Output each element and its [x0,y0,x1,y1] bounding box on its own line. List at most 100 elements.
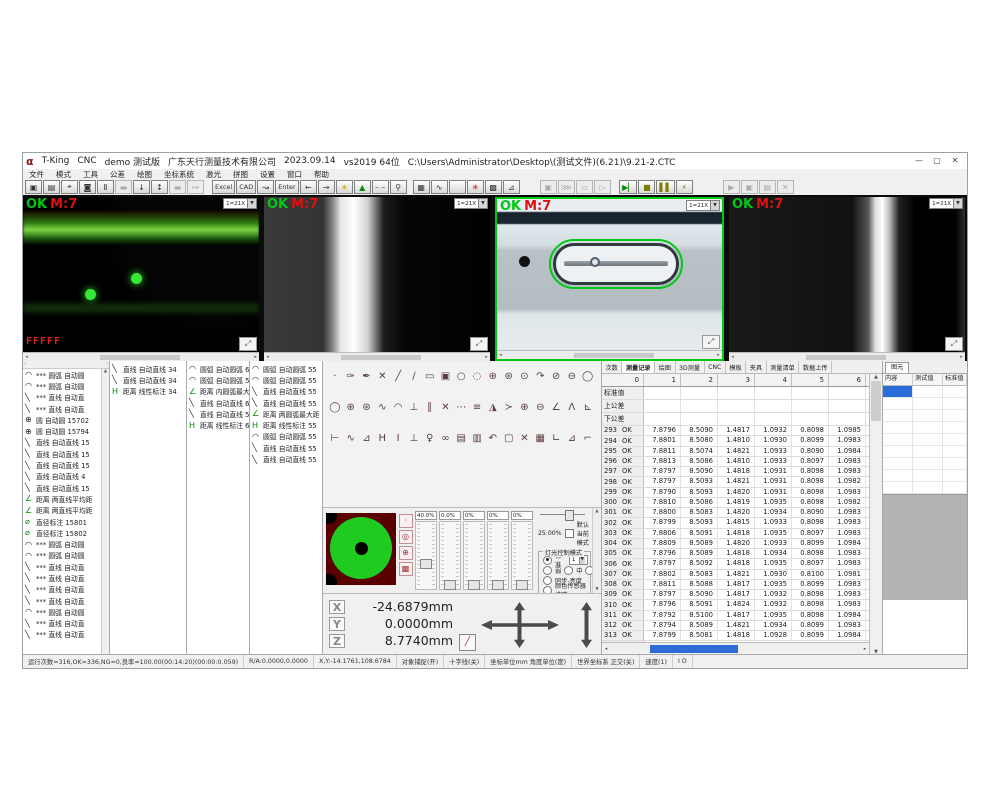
camera-3-image[interactable] [497,199,722,351]
list-item[interactable]: ╲*** 直线 自动直 [23,584,101,595]
jog-z-arrows[interactable] [581,602,592,648]
close-button[interactable]: ✕ [946,154,964,168]
arrow-right-button[interactable]: → [318,180,335,194]
list-item[interactable]: ╲*** 直线 自动直 [23,618,101,629]
tool-icon-r2-7[interactable]: ∥ [422,400,438,415]
table-row[interactable]: 298OK7.87978.50931.48211.09310.80981.098… [602,477,869,487]
probe-down-button[interactable]: ↓ [133,180,150,194]
tool-icon-r3-16[interactable]: ⊿ [564,431,580,446]
tool-icon-r2-11[interactable]: ◮ [485,400,501,415]
list-item[interactable]: ╲直线 自动直线 34 [110,374,186,385]
list-item[interactable]: ⌀直径标注 15801 [23,516,101,527]
tool-icon-r2-2[interactable]: ⊕ [343,400,359,415]
menu-item-3[interactable]: 工具 [77,169,104,180]
list-item[interactable]: ╲直线 自动直线 15 [23,437,101,448]
vscroll-thumb[interactable] [871,381,881,421]
element-cell[interactable] [883,422,913,433]
list-item[interactable]: ∠距离 内圆弧最大距 [187,386,249,397]
tool-icon-r2-15[interactable]: ∠ [548,400,564,415]
play-far-button[interactable]: ▶ [723,180,740,194]
multi-step-button[interactable]: ⋙ [558,180,575,194]
list-item[interactable]: ╲*** 直线 自动直 [23,403,101,414]
standard-mode-radio[interactable] [543,556,552,565]
list-item[interactable]: ╲直线 自动直线 55 [187,408,249,419]
chart-button[interactable]: ⊿ [503,180,520,194]
stop-button[interactable]: ■ [638,180,655,194]
ring-light-preview[interactable] [326,513,396,585]
blank-button[interactable] [449,180,466,194]
tool-icon-r1-5[interactable]: ╱ [390,369,406,384]
list-item[interactable]: ╲直线 自动直线 15 [23,482,101,493]
camera-3-hscrollbar[interactable]: ◂▸ [497,350,722,359]
table-row-special[interactable]: 标准值 [602,387,869,400]
laser-star-button[interactable]: ✳ [467,180,484,194]
results-vscrollbar[interactable]: ▲▼ [869,374,882,655]
list-item[interactable]: ╲*** 直线 自动直 [23,629,101,640]
table-row[interactable]: 296OK7.88138.50861.48101.09330.80971.098… [602,457,869,467]
tool-icon-r3-6[interactable]: ⊥ [406,431,422,446]
tool-icon-r2-1[interactable]: ◯ [327,400,343,415]
light-slider-thumb[interactable] [492,580,504,590]
light-bulb-button[interactable]: ☀ [336,180,353,194]
element-cell[interactable] [883,458,913,469]
open-far-button[interactable]: ▤ [759,180,776,194]
light-slider-thumb[interactable] [468,580,480,590]
element-row[interactable] [883,386,967,398]
chevron-down-icon[interactable]: ▼ [953,199,962,208]
light-slider-track[interactable] [439,521,461,590]
table-row[interactable]: 295OK7.88118.50741.48211.09330.80901.098… [602,447,869,457]
default-mode-checkbox[interactable] [565,529,574,538]
tool-icon-r2-9[interactable]: ⋯ [453,400,469,415]
camera-4-image[interactable] [729,197,965,353]
element-row[interactable] [883,434,967,446]
table-row[interactable]: 305OK7.87968.50891.48181.09340.80981.098… [602,549,869,559]
list-item[interactable]: ╲直线 自动直线 66 [187,397,249,408]
tab-8[interactable]: 测量清单 [767,361,800,373]
camera-1-hscrollbar[interactable]: ◂▸ [23,352,259,361]
camera-4-hscrollbar[interactable]: ◂▸ [729,352,965,361]
list-item[interactable]: ◠圆弧 自动圆弧 55 [250,363,322,374]
menu-item-4[interactable]: 公差 [104,169,131,180]
block-button[interactable]: ▬ [115,180,132,194]
chevron-down-icon[interactable]: ▼ [478,199,487,208]
camera-view-3-active[interactable]: OKM:7 1=21X▼ ⤢ ◂▸ [495,197,724,361]
tool-icon-r1-12[interactable]: ⊛ [501,369,517,384]
tool-icon-r1-4[interactable]: ✕ [374,369,390,384]
tool-icon-r3-10[interactable]: ▥ [469,431,485,446]
light-slider-track[interactable] [511,521,533,590]
tool-icon-r2-4[interactable]: ∿ [374,400,390,415]
jog-diagonal-button[interactable]: ╱ [459,634,476,651]
tab-7[interactable]: 夹具 [746,361,766,373]
element-row[interactable] [883,482,967,494]
tool-icon-r3-8[interactable]: ∞ [438,431,454,446]
element-row[interactable] [883,422,967,434]
tool-icon-r2-12[interactable]: ≻ [501,400,517,415]
table-row[interactable]: 304OK7.88098.50891.48201.09330.80991.098… [602,539,869,549]
runner-button[interactable]: ⚡ [676,180,693,194]
list-item[interactable]: H距离 线性标注 34 [110,386,186,397]
table-row-special[interactable]: 上公差 [602,400,869,413]
updown-button[interactable]: ↕ [151,180,168,194]
menu-item-9[interactable]: 设置 [254,169,281,180]
tool-icon-r1-17[interactable]: ◯ [580,369,596,384]
list-item[interactable]: ╲直线 自动直线 15 [23,459,101,470]
light-slider-thumb[interactable] [420,559,432,569]
magnifier-button[interactable]: ⚲ [390,180,407,194]
tool-icon-r2-6[interactable]: ⊥ [406,400,422,415]
light-slider-thumb[interactable] [516,580,528,590]
color-sensor-radio[interactable] [543,586,552,594]
list-item[interactable]: ╲直线 自动直线 4 [23,471,101,482]
table-row[interactable]: 293OK7.87968.50901.48171.09320.80981.098… [602,426,869,436]
tool-icon-r3-3[interactable]: ⊿ [359,431,375,446]
tool-icon-r3-11[interactable]: ↶ [485,431,501,446]
play-gray-button[interactable]: ▷ [594,180,611,194]
tool-icon-r3-13[interactable]: ✕ [517,431,533,446]
list-1-vscrollbar[interactable]: ▲ [101,369,109,655]
probe-tall-button[interactable]: Ⅱ [97,180,114,194]
element-row[interactable] [883,470,967,482]
tool-icon-r1-6[interactable]: ∕ [406,369,422,384]
tool-icon-r3-7[interactable]: ♀ [422,431,438,446]
list-item[interactable]: ╲*** 直线 自动直 [23,561,101,572]
element-cell[interactable] [883,434,913,445]
sync-brightness-radio[interactable] [543,576,552,585]
